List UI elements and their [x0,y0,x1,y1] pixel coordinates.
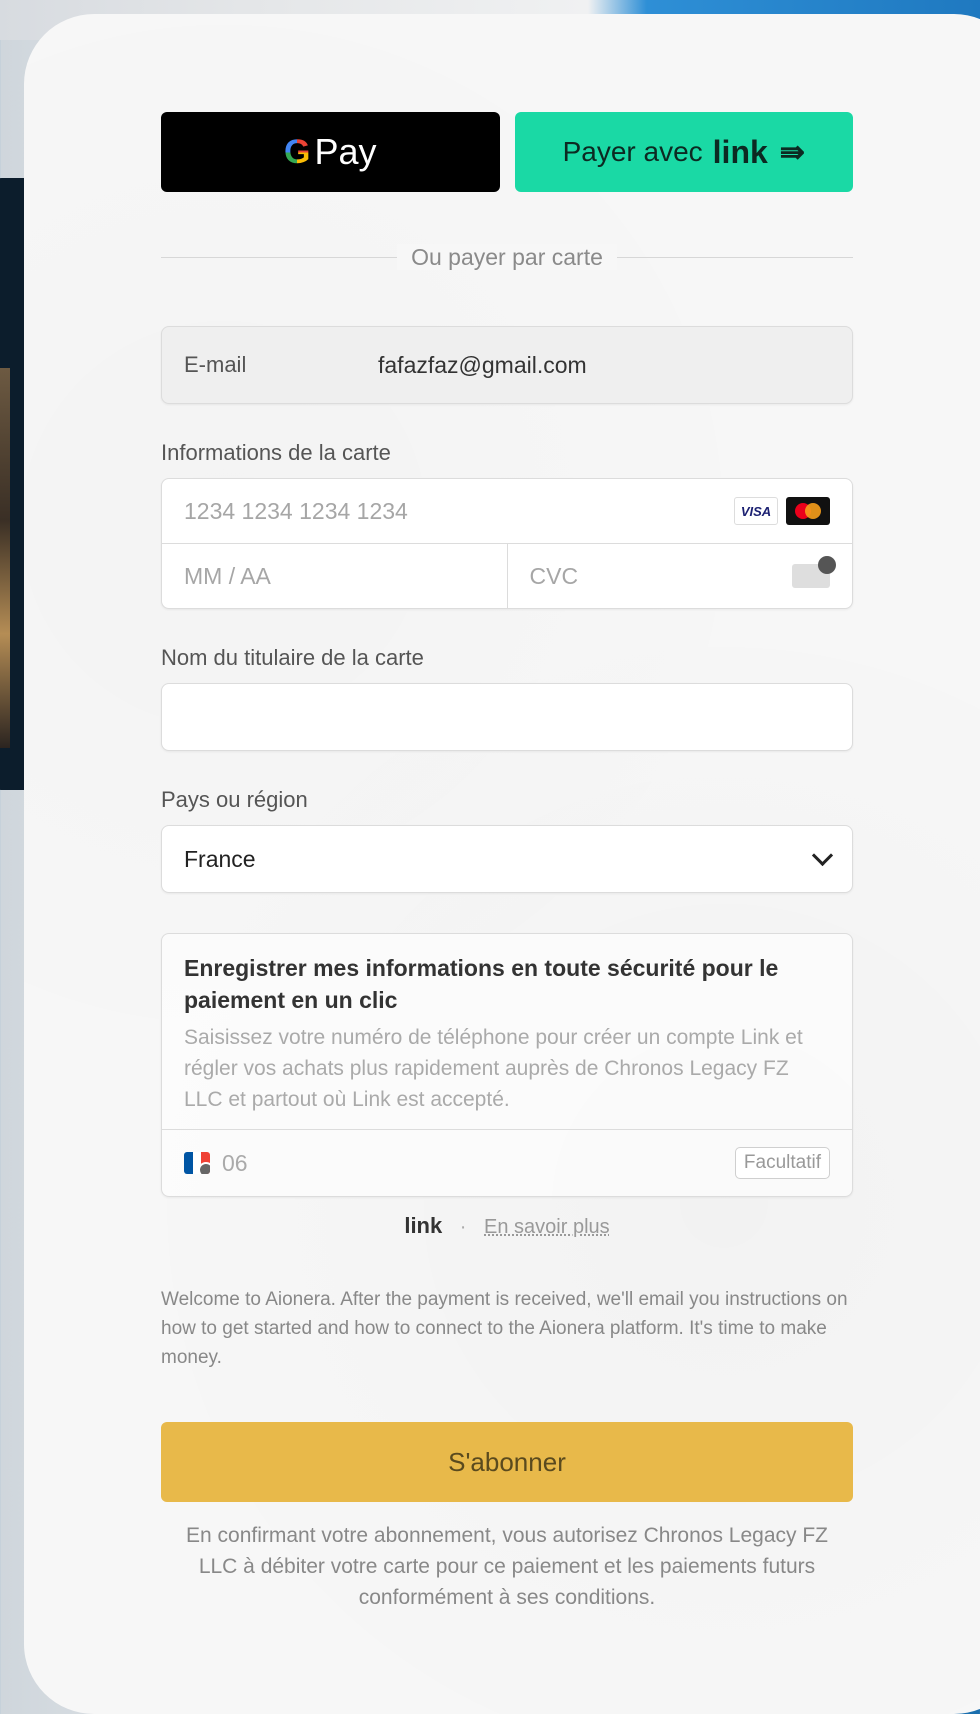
email-value: fafazfaz@gmail.com [378,351,587,378]
phone-field[interactable]: 06 Facultatif [162,1130,852,1196]
save-info-box: Enregistrer mes informations en toute sé… [161,933,853,1197]
welcome-text: Welcome to Aionera. After the payment is… [161,1289,848,1368]
google-g-icon: G [284,132,311,171]
card-info-label: Informations de la carte [161,440,391,465]
legal-text: En confirmant votre abonnement, vous aut… [186,1524,828,1609]
expiry-field[interactable]: MM / AA [162,544,507,608]
email-field[interactable]: E-mail fafazfaz@gmail.com [161,326,853,404]
link-footer: link · En savoir plus [161,1213,853,1239]
link-pay-prefix: Payer avec [562,136,703,167]
card-info-box: 1234 1234 1234 1234 VISA MM / AA CVC [161,478,853,609]
google-pay-button[interactable]: G Pay [161,112,500,192]
learn-more-link[interactable]: En savoir plus [484,1216,610,1238]
flag-dropdown-icon [198,1162,210,1174]
france-flag-icon[interactable] [184,1152,210,1174]
cvc-placeholder: CVC [529,562,579,589]
arrow-right-icon: ⇛ [779,135,805,169]
email-label: E-mail [184,352,247,377]
subscribe-button[interactable]: S'abonner [161,1422,853,1502]
save-info-header: Enregistrer mes informations en toute sé… [162,934,852,1130]
optional-badge: Facultatif [734,1147,830,1179]
expiry-placeholder: MM / AA [184,562,271,589]
mastercard-icon [786,497,830,525]
payment-form: G Pay Payer avec link ⇛ Ou payer par car… [161,112,853,1613]
or-divider: Ou payer par carte [161,244,853,270]
chevron-down-icon [811,844,834,866]
cvc-field[interactable]: CVC [506,544,853,608]
link-separator: · [459,1216,467,1238]
side-image [0,368,10,748]
divider-text: Ou payer par carte [397,244,617,270]
card-number-field[interactable]: 1234 1234 1234 1234 VISA [162,479,852,544]
cardholder-label: Nom du titulaire de la carte [161,645,424,670]
express-pay-row: G Pay Payer avec link ⇛ [161,112,853,192]
link-logo: link [404,1213,443,1238]
cardholder-name-field[interactable] [161,683,853,751]
country-select[interactable]: France [161,825,853,893]
country-selected-value: France [184,845,256,872]
save-info-title: Enregistrer mes informations en toute sé… [184,955,779,1013]
gpay-label: Pay [314,131,377,172]
link-pay-button[interactable]: Payer avec link ⇛ [514,112,853,192]
link-brand: link [712,133,768,170]
card-number-placeholder: 1234 1234 1234 1234 [184,497,408,524]
card-details-row: MM / AA CVC [162,544,852,608]
cvc-card-icon [792,556,836,588]
save-info-description: Saisissez votre numéro de téléphone pour… [184,1026,803,1111]
phone-value: 06 [222,1149,248,1176]
country-label: Pays ou région [161,787,308,812]
visa-icon: VISA [734,497,778,525]
